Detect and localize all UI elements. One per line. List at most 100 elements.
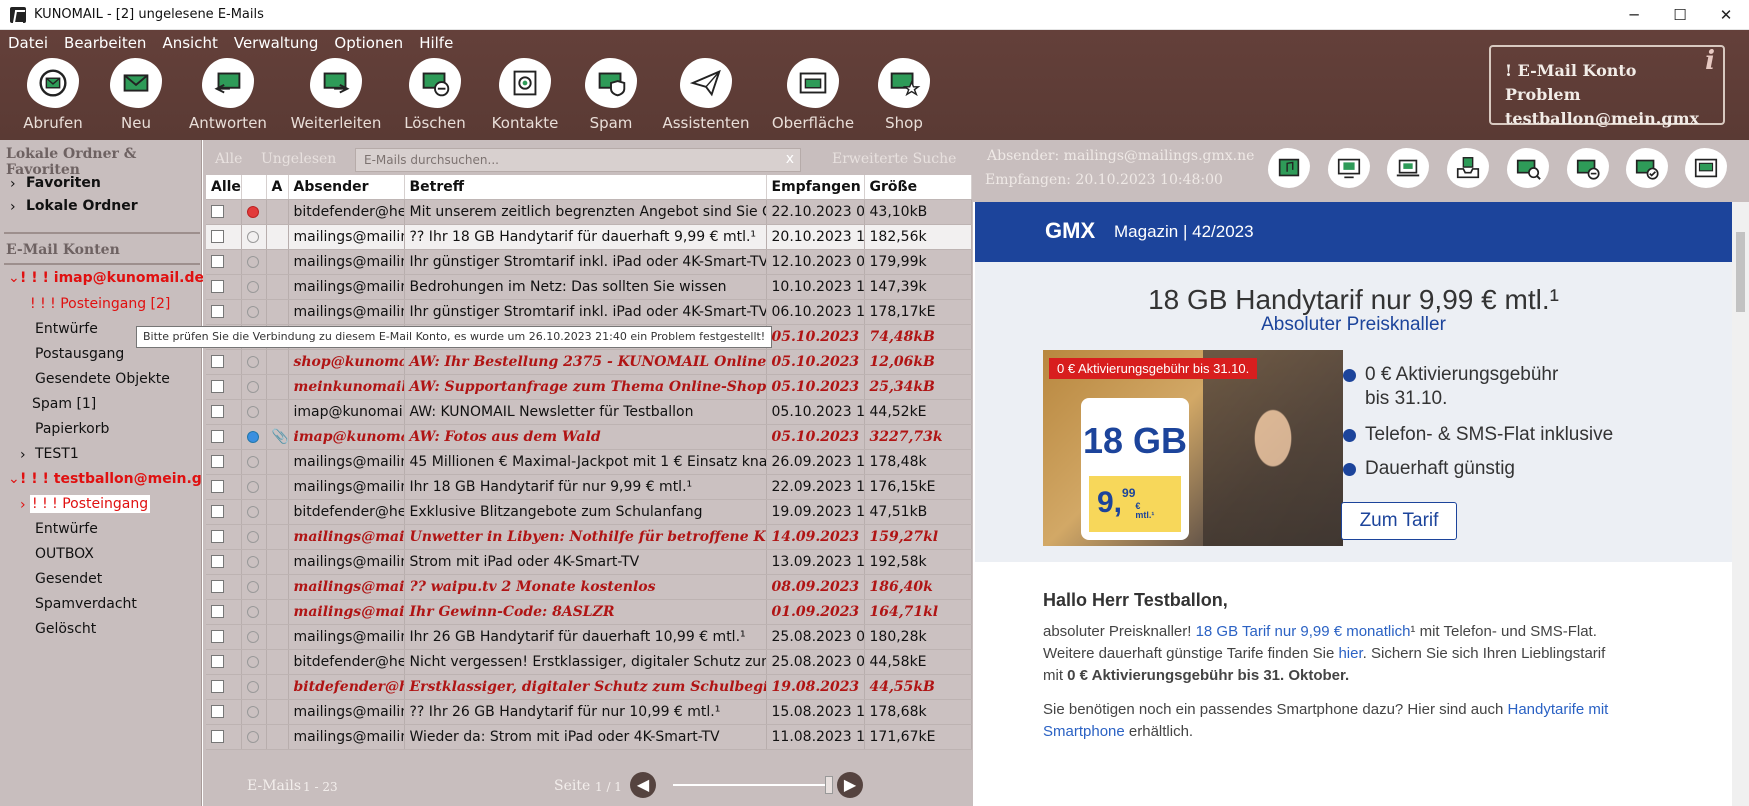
row-checkbox[interactable]	[206, 574, 242, 600]
column-status[interactable]	[241, 175, 267, 200]
sidebar-item-entwuerfe[interactable]: Entwürfe	[35, 321, 98, 337]
row-checkbox[interactable]	[206, 624, 242, 650]
next-page-button[interactable]: ▶	[837, 772, 863, 798]
row-checkbox[interactable]	[206, 499, 242, 525]
status-dot-icon[interactable]	[241, 249, 267, 275]
row-checkbox[interactable]	[206, 224, 242, 250]
tree-expander-icon[interactable]: ›	[10, 176, 16, 192]
preview-scrollbar[interactable]	[1732, 202, 1749, 806]
sidebar-item-lokale-ordner[interactable]: Lokale Ordner	[26, 198, 138, 214]
page-slider[interactable]	[673, 776, 833, 794]
row-checkbox[interactable]	[206, 424, 242, 450]
row-checkbox[interactable]	[206, 649, 242, 675]
advanced-search-link[interactable]: Erweiterte Suche	[832, 151, 956, 167]
shop-button[interactable]: Shop	[859, 58, 949, 132]
email-row[interactable]: mailings@mailin Ihr 26 GB Handytarif für …	[206, 624, 972, 650]
slider-handle[interactable]	[825, 776, 833, 794]
email-row[interactable]: mailings@mailin Bedrohungen im Netz: Das …	[206, 274, 972, 300]
close-button[interactable]: ✕	[1703, 0, 1749, 30]
kontakte-button[interactable]: Kontakte	[480, 58, 570, 132]
row-checkbox[interactable]	[206, 699, 242, 725]
minus-mail-icon[interactable]	[1567, 148, 1609, 188]
weiterleiten-button[interactable]: Weiterleiten	[291, 58, 381, 132]
prev-page-button[interactable]: ◀	[630, 772, 656, 798]
archive-mail-icon[interactable]	[1685, 148, 1727, 188]
maximize-button[interactable]: ☐	[1657, 0, 1703, 30]
status-dot-icon[interactable]	[241, 549, 267, 575]
row-checkbox[interactable]	[206, 274, 242, 300]
smartphone-link[interactable]: Smartphone	[1043, 723, 1125, 740]
tree-expander-icon[interactable]: ›	[20, 447, 26, 463]
email-row[interactable]: mailings@mailin Ihr günstiger Stromtarif …	[206, 299, 972, 325]
row-checkbox[interactable]	[206, 724, 242, 750]
row-checkbox[interactable]	[206, 199, 242, 225]
menu-optionen[interactable]: Optionen	[334, 34, 403, 56]
status-dot-icon[interactable]	[241, 674, 267, 700]
sidebar-account-testballon[interactable]: ! ! ! testballon@mein.gmx	[20, 471, 225, 487]
email-row[interactable]: mailings@mailin 45 Millionen € Maximal-Ja…	[206, 449, 972, 475]
status-dot-icon[interactable]	[241, 299, 267, 325]
email-row[interactable]: mailings@mailin Ihr 18 GB Handytarif für …	[206, 474, 972, 500]
sidebar-item-posteingang[interactable]: ! ! ! Posteingang [2]	[30, 296, 170, 312]
row-checkbox[interactable]	[206, 599, 242, 625]
status-dot-icon[interactable]	[241, 349, 267, 375]
email-row[interactable]: bitdefender@he Exklusive Blitzangebote zu…	[206, 499, 972, 525]
column-select-all[interactable]: Alle	[206, 175, 242, 200]
row-checkbox[interactable]	[206, 349, 242, 375]
status-dot-icon[interactable]	[241, 724, 267, 750]
search-input[interactable]: E-Mails durchsuchen... x	[355, 148, 801, 172]
email-row[interactable]: bitdefender@heiErstklassiger, digitaler …	[206, 674, 972, 700]
email-row[interactable]: mailings@mailin?? waipu.tv 2 Monate kost…	[206, 574, 972, 600]
row-checkbox[interactable]	[206, 449, 242, 475]
sidebar-item-test1[interactable]: TEST1	[35, 446, 79, 462]
email-row[interactable]: mailings@mailin?? Ihr 18 GB Handytarif f…	[206, 224, 972, 250]
status-dot-icon[interactable]	[241, 424, 267, 450]
status-dot-icon[interactable]	[241, 199, 267, 225]
status-dot-icon[interactable]	[241, 224, 267, 250]
column-attachment[interactable]: A	[266, 175, 289, 200]
email-row[interactable]: mailings@mailin Ihr günstiger Stromtarif …	[206, 249, 972, 275]
clear-search-button[interactable]: x	[786, 151, 794, 167]
antworten-button[interactable]: Antworten	[183, 58, 273, 132]
menu-datei[interactable]: Datei	[8, 34, 48, 56]
email-row[interactable]: mailings@mailinUnwetter in Libyen: Nothi…	[206, 524, 972, 550]
status-dot-icon[interactable]	[241, 624, 267, 650]
row-checkbox[interactable]	[206, 399, 242, 425]
smartphone-tariff-link[interactable]: Handytarife mit	[1507, 701, 1608, 718]
column-subject[interactable]: Betreff	[404, 175, 767, 200]
sidebar-item-outbox[interactable]: OUTBOX	[35, 546, 94, 562]
loeschen-button[interactable]: Löschen	[390, 58, 480, 132]
status-dot-icon[interactable]	[241, 449, 267, 475]
sidebar-item-entwuerfe[interactable]: Entwürfe	[35, 521, 98, 537]
status-dot-icon[interactable]	[241, 524, 267, 550]
here-link[interactable]: hier	[1338, 645, 1362, 662]
menu-bearbeiten[interactable]: Bearbeiten	[64, 34, 146, 56]
sidebar-item-postausgang[interactable]: Postausgang	[35, 346, 124, 362]
monitor-mail-icon[interactable]	[1328, 148, 1370, 188]
column-received[interactable]: Empfangen	[766, 175, 865, 200]
column-size[interactable]: Größe	[864, 175, 972, 200]
menu-verwaltung[interactable]: Verwaltung	[234, 34, 319, 56]
status-dot-icon[interactable]	[241, 574, 267, 600]
row-checkbox[interactable]	[206, 674, 242, 700]
sidebar-item-posteingang-selected[interactable]: ! ! ! Posteingang	[30, 495, 151, 513]
menu-ansicht[interactable]: Ansicht	[162, 34, 217, 56]
inbox-tray-icon[interactable]	[1447, 148, 1489, 188]
row-checkbox[interactable]	[206, 374, 242, 400]
row-checkbox[interactable]	[206, 474, 242, 500]
laptop-mail-icon[interactable]	[1387, 148, 1429, 188]
tree-expander-icon[interactable]: ⌄	[8, 270, 20, 286]
filter-all-tab[interactable]: Alle	[215, 151, 242, 167]
sidebar-item-spamverdacht[interactable]: Spamverdacht	[35, 596, 137, 612]
email-row[interactable]: bitdefender@he Nicht vergessen! Erstklass…	[206, 649, 972, 675]
scrollbar-thumb[interactable]	[1736, 232, 1745, 312]
email-row[interactable]: 📎imap@kunomailAW: Fotos aus dem Wald05.1…	[206, 424, 972, 450]
tree-expander-icon[interactable]: ›	[20, 497, 26, 513]
spam-button[interactable]: Spam	[566, 58, 656, 132]
tariff-link[interactable]: 18 GB Tarif nur 9,99 € monatlich	[1196, 623, 1411, 640]
status-dot-icon[interactable]	[241, 399, 267, 425]
row-checkbox[interactable]	[206, 524, 242, 550]
neu-button[interactable]: Neu	[91, 58, 181, 132]
status-dot-icon[interactable]	[241, 499, 267, 525]
sidebar-account-kunomail[interactable]: ! ! ! imap@kunomail.de [2]	[20, 270, 231, 286]
